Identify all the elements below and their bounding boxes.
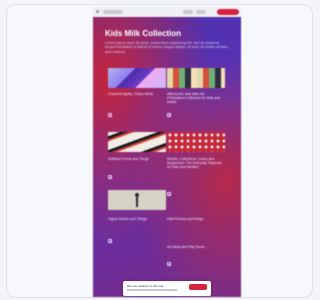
tile-label[interactable]: Kids Pictures and things bbox=[167, 217, 223, 221]
tag-icon bbox=[167, 262, 171, 266]
nav-link[interactable] bbox=[183, 10, 193, 14]
figure-illustration bbox=[135, 193, 139, 207]
cookie-description-line bbox=[127, 289, 177, 291]
page-title: Kids Milk Collection bbox=[105, 29, 182, 38]
tile-label[interactable]: Outlined Forms and Things bbox=[108, 157, 163, 161]
tile-label[interactable]: Stories, Collections, Colors and Sequenc… bbox=[167, 157, 223, 169]
tile-label[interactable]: Art Ideas and Play Room bbox=[167, 245, 223, 249]
cta-button[interactable] bbox=[217, 9, 239, 15]
browser-bar bbox=[93, 7, 241, 17]
tile-label[interactable]: Figure Stories and Things bbox=[108, 217, 163, 221]
tile-image[interactable] bbox=[108, 190, 166, 210]
tile-label[interactable]: Afterwords, and other Art Printmakers Co… bbox=[167, 92, 223, 104]
cookie-banner: We use cookies on this site bbox=[123, 281, 211, 296]
tile-image[interactable] bbox=[108, 68, 166, 88]
tile-image[interactable] bbox=[167, 132, 225, 152]
menu-icon[interactable] bbox=[96, 10, 99, 13]
nav-link[interactable] bbox=[196, 10, 206, 14]
tile-image[interactable] bbox=[167, 68, 225, 88]
tag-icon bbox=[167, 192, 171, 196]
mobile-page-preview: Kids Milk Collection Lorem ipsum dolor s… bbox=[93, 7, 241, 297]
logo-placeholder bbox=[103, 10, 123, 14]
tag-icon bbox=[108, 113, 112, 117]
page-description: Lorem ipsum dolor sit amet, consectetur … bbox=[105, 41, 229, 54]
tag-icon bbox=[108, 175, 112, 179]
cookie-text: We use cookies on this site bbox=[127, 284, 164, 288]
tile-label[interactable]: Coloured Spells, Chaos Mode bbox=[108, 92, 163, 96]
accept-cookies-button[interactable] bbox=[189, 284, 207, 290]
tag-icon bbox=[108, 239, 112, 243]
tile-image[interactable] bbox=[108, 132, 166, 152]
tag-icon bbox=[167, 113, 171, 117]
